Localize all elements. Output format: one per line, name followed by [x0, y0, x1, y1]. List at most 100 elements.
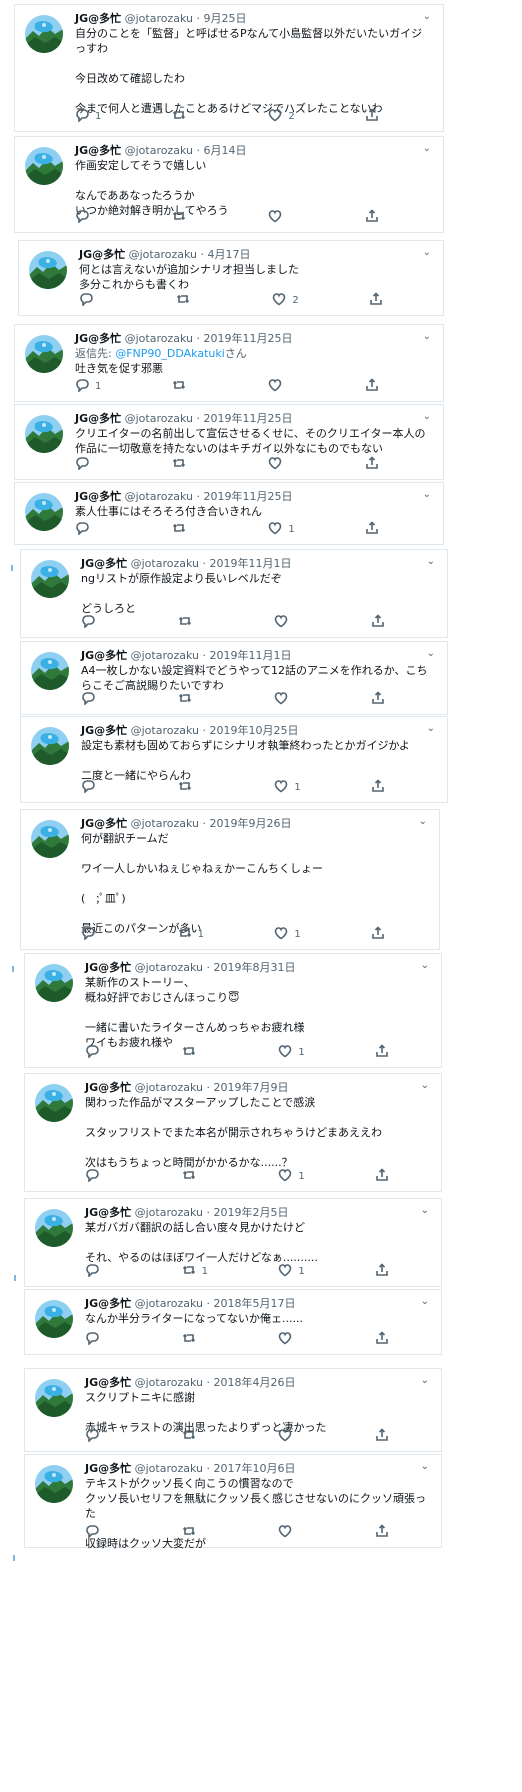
reply-button[interactable] [85, 1263, 125, 1280]
reply-button[interactable] [75, 456, 115, 473]
tweet[interactable]: ⌄ JG@多忙 @jotarozaku · 2019年11月25日 素人仕事にはそろ… [14, 482, 444, 545]
reply-button[interactable]: 1 [75, 378, 115, 395]
user-handle[interactable]: @jotarozaku [135, 1376, 203, 1389]
user-handle[interactable]: @jotarozaku [135, 1081, 203, 1094]
tweet[interactable]: ⌄ JG@多忙 @jotarozaku · 2019年11月25日 クリエイターの名… [14, 404, 444, 480]
retweet-button[interactable] [172, 108, 212, 125]
tweet-date[interactable]: 2019年8月31日 [214, 961, 296, 974]
tweet[interactable]: ⌄ JG@多忙 @jotarozaku · 2019年11月1日 ngリストが原作設… [20, 549, 448, 638]
avatar[interactable] [35, 1465, 73, 1503]
tweet[interactable]: ⌄ JG@多忙 @jotarozaku · 9月25日 自分のことを「監督」と呼ばせ… [14, 4, 444, 132]
tweet-date[interactable]: 2019年11月25日 [204, 412, 293, 425]
user-handle[interactable]: @jotarozaku [131, 817, 199, 830]
reply-button[interactable]: 1 [75, 108, 115, 125]
retweet-button[interactable] [182, 1428, 222, 1445]
reply-button[interactable] [81, 691, 121, 708]
retweet-button[interactable]: 1 [178, 926, 218, 943]
like-button[interactable] [274, 691, 314, 708]
avatar[interactable] [35, 1209, 73, 1247]
user-handle[interactable]: @jotarozaku [135, 1206, 203, 1219]
share-button[interactable] [375, 1263, 415, 1280]
tweet[interactable]: ⌄ JG@多忙 @jotarozaku · 2017年10月6日 テキストがクッソ長… [24, 1454, 442, 1550]
retweet-button[interactable] [178, 779, 218, 796]
like-button[interactable]: 2 [272, 292, 312, 309]
retweet-button[interactable] [182, 1331, 222, 1348]
avatar[interactable] [25, 415, 63, 453]
like-button[interactable] [274, 614, 314, 631]
reply-button[interactable] [85, 1428, 125, 1445]
share-button[interactable] [375, 1044, 415, 1061]
tweet-date[interactable]: 2019年11月25日 [204, 490, 293, 503]
reply-button[interactable] [85, 1044, 125, 1061]
tweet-date[interactable]: 2019年11月25日 [204, 332, 293, 345]
share-button[interactable] [369, 292, 409, 309]
user-handle[interactable]: @jotarozaku [125, 12, 193, 25]
share-button[interactable] [371, 614, 411, 631]
tweet[interactable]: ⌄ JG@多忙 @jotarozaku · 2018年4月26日 スクリプトニキに感… [24, 1368, 442, 1452]
tweet[interactable]: ⌄ JG@多忙 @jotarozaku · 2019年2月5日 某ガバガバ翻訳の話し… [24, 1198, 442, 1287]
tweet[interactable]: ⌄ JG@多忙 @jotarozaku · 2019年11月1日 A4一枚しかない設… [20, 641, 448, 715]
retweet-button[interactable] [172, 456, 212, 473]
share-button[interactable] [365, 108, 405, 125]
share-button[interactable] [371, 926, 411, 943]
tweet-date[interactable]: 2017年10月6日 [214, 1462, 296, 1475]
like-button[interactable] [278, 1428, 318, 1445]
retweet-button[interactable] [182, 1168, 222, 1185]
like-button[interactable] [268, 456, 308, 473]
share-button[interactable] [365, 456, 405, 473]
reply-button[interactable] [85, 1168, 125, 1185]
display-name[interactable]: JG@多忙 [85, 1376, 131, 1389]
display-name[interactable]: JG@多忙 [75, 12, 121, 25]
reply-button[interactable] [85, 1331, 125, 1348]
display-name[interactable]: JG@多忙 [75, 144, 121, 157]
display-name[interactable]: JG@多忙 [75, 412, 121, 425]
display-name[interactable]: JG@多忙 [75, 490, 121, 503]
mention-link[interactable]: @FNP90_DDAkatuki [115, 347, 225, 360]
tweet-date[interactable]: 2019年7月9日 [214, 1081, 289, 1094]
reply-button[interactable] [81, 779, 121, 796]
like-button[interactable] [278, 1331, 318, 1348]
reply-button[interactable] [81, 614, 121, 631]
tweet[interactable]: ⌄ JG@多忙 @jotarozaku · 2019年10月25日 設定も素材も固め… [20, 716, 448, 803]
display-name[interactable]: JG@多忙 [81, 724, 127, 737]
retweet-button[interactable] [182, 1044, 222, 1061]
tweet-date[interactable]: 6月14日 [204, 144, 247, 157]
tweet[interactable]: ⌄ JG@多忙 @jotarozaku · 2019年11月25日 返信先: @FN… [14, 324, 444, 402]
display-name[interactable]: JG@多忙 [81, 557, 127, 570]
display-name[interactable]: JG@多忙 [79, 248, 125, 261]
retweet-button[interactable] [172, 521, 212, 538]
retweet-button[interactable] [172, 378, 212, 395]
display-name[interactable]: JG@多忙 [85, 1462, 131, 1475]
like-button[interactable]: 1 [274, 779, 314, 796]
user-handle[interactable]: @jotarozaku [129, 248, 197, 261]
avatar[interactable] [35, 1379, 73, 1417]
tweet[interactable]: ⌄ JG@多忙 @jotarozaku · 2018年5月17日 なんか半分ライター… [24, 1289, 442, 1355]
avatar[interactable] [35, 1084, 73, 1122]
like-button[interactable] [278, 1524, 318, 1541]
tweet-date[interactable]: 2019年9月26日 [210, 817, 292, 830]
display-name[interactable]: JG@多忙 [75, 332, 121, 345]
display-name[interactable]: JG@多忙 [85, 1206, 131, 1219]
tweet-date[interactable]: 9月25日 [204, 12, 247, 25]
like-button[interactable]: 2 [268, 108, 308, 125]
tweet-date[interactable]: 2018年5月17日 [214, 1297, 296, 1310]
tweet[interactable]: ⌄ JG@多忙 @jotarozaku · 6月14日 作画安定してそうで嬉しい な… [14, 136, 444, 233]
reply-button[interactable] [75, 209, 115, 226]
tweet-date[interactable]: 2019年10月25日 [210, 724, 299, 737]
retweet-button[interactable] [178, 691, 218, 708]
tweet-date[interactable]: 2019年11月1日 [210, 557, 292, 570]
share-button[interactable] [365, 521, 405, 538]
avatar[interactable] [31, 560, 69, 598]
reply-button[interactable] [75, 521, 115, 538]
retweet-button[interactable]: 1 [182, 1263, 222, 1280]
avatar[interactable] [25, 493, 63, 531]
retweet-button[interactable] [182, 1524, 222, 1541]
retweet-button[interactable] [178, 614, 218, 631]
like-button[interactable] [268, 209, 308, 226]
avatar[interactable] [29, 251, 67, 289]
avatar[interactable] [31, 820, 69, 858]
like-button[interactable]: 1 [278, 1168, 318, 1185]
share-button[interactable] [375, 1331, 415, 1348]
reply-button[interactable] [79, 292, 119, 309]
user-handle[interactable]: @jotarozaku [135, 1462, 203, 1475]
